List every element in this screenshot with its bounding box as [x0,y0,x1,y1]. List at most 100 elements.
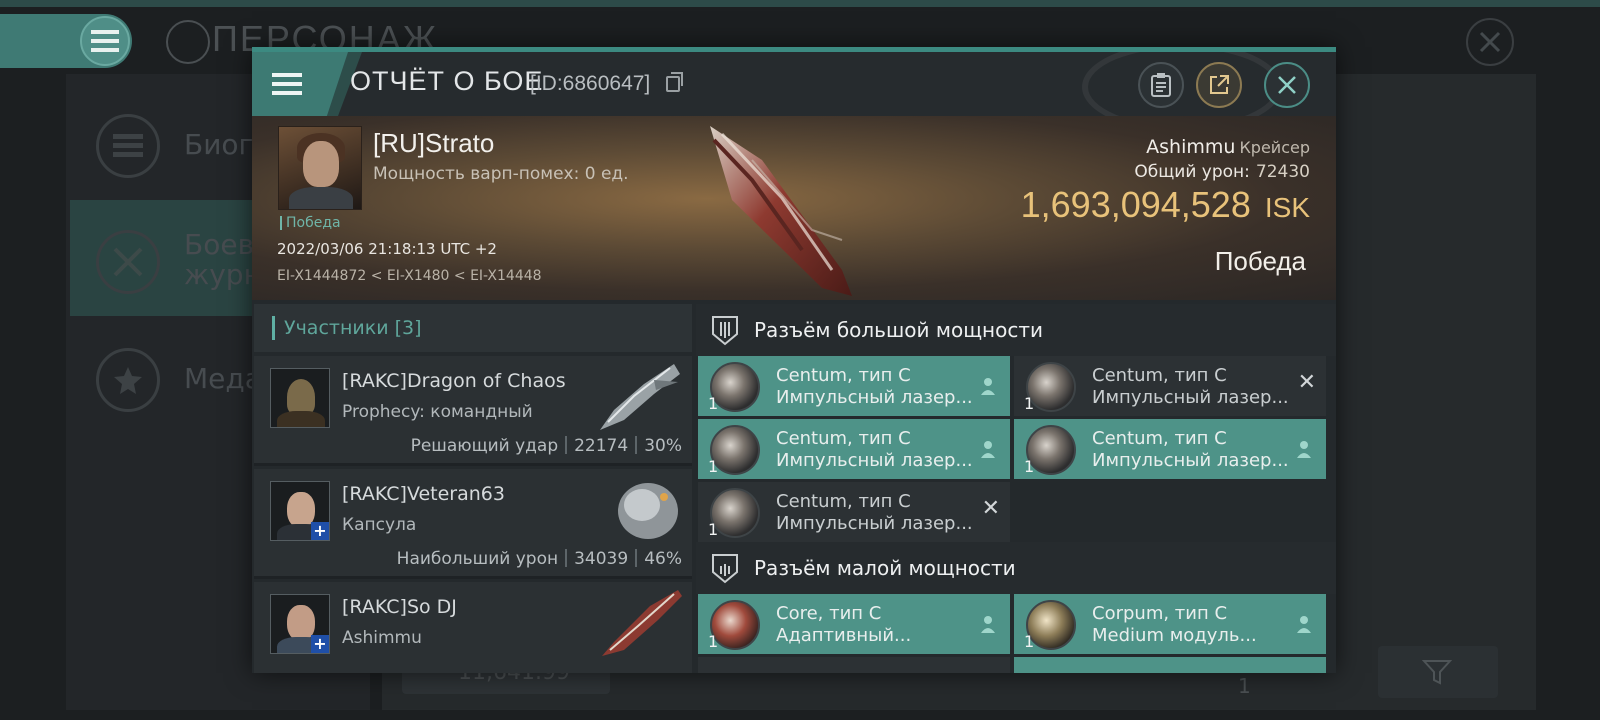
combat-report-dialog: ОТЧЁТ О БОЕ [ID:6860647] [RU]Strato Мощн… [252,47,1336,673]
main-menu-button[interactable] [0,14,132,68]
star-badge-icon [96,348,160,412]
clipboard-button[interactable] [1138,62,1184,108]
list-icon [96,114,160,178]
dropped-person-icon [1297,616,1311,633]
participant-stats: Решающий удар 22174 30% [411,436,682,456]
participant-stats: Наибольший урон 34039 46% [397,549,682,569]
module-card-partial[interactable] [1014,657,1326,673]
low-slot-icon [712,554,738,584]
module-type: Импульсный лазер... [1092,387,1289,408]
participant-percent: 46% [644,549,682,569]
fitting-panel: Разъём большой мощности 1 Centum, тип C … [696,304,1336,673]
participant-row[interactable]: [RAKC]Dragon of Chaos Prophecy: командны… [254,356,692,466]
isk-amount: 1,693,094,528 [1020,184,1251,225]
module-name: Core, тип C [776,603,882,624]
module-card-partial[interactable] [698,657,1010,673]
top-strip [0,0,1600,7]
plus-icon: + [311,635,329,653]
module-name: Centum, тип C [1092,428,1227,449]
victim-ship: Ashimmu Крейсер [1146,136,1310,158]
participant-avatar[interactable]: + [270,481,330,541]
destroyed-x-icon: ✕ [981,496,1000,521]
victim-portrait[interactable] [278,126,362,210]
participant-ship-image [602,590,682,656]
module-card[interactable]: 1 Centum, тип C Импульсный лазер... ✕ [1014,356,1326,416]
module-type: Импульсный лазер... [776,450,973,471]
module-card[interactable]: 1 Centum, тип C Импульсный лазер... ✕ [698,482,1010,542]
module-name: Centum, тип C [1092,365,1227,386]
participant-name: [RAKC]Dragon of Chaos [342,370,566,392]
close-button[interactable] [1264,62,1310,108]
destroyed-x-icon: ✕ [1297,370,1316,395]
module-card[interactable]: 1 Centum, тип C Импульсный лазер... [698,356,1010,416]
participant-ship: Prophecy: командный [342,402,533,422]
battle-datetime: 2022/03/06 21:18:13 UTC +2 [277,240,497,258]
high-slot-title: Разъём большой мощности [754,318,1043,342]
filter-button[interactable] [1378,646,1498,698]
participant-percent: 30% [644,436,682,456]
hamburger-icon [80,16,130,66]
module-type: Medium модуль... [1092,625,1257,646]
dropped-person-icon [981,616,995,633]
dialog-header: ОТЧЁТ О БОЕ [ID:6860647] [252,52,1336,132]
total-damage-value: 72430 [1255,162,1310,182]
module-qty: 1 [1024,632,1035,651]
participant-ship: Капсула [342,515,417,535]
battle-result: Победа [1214,246,1306,276]
module-type: Импульсный лазер... [1092,450,1289,471]
module-name: Corpum, тип C [1092,603,1228,624]
ship-class: Крейсер [1239,138,1310,157]
share-icon [1210,75,1229,94]
isk-value: 1,693,094,528 ISK [1021,184,1310,226]
participant-ship-image [600,364,680,430]
result-tag: Победа [280,216,341,230]
close-icon [1278,76,1296,94]
module-card[interactable]: 1 Centum, тип C Импульсный лазер... [1014,419,1326,479]
high-slot-icon [712,316,738,346]
participant-role: Решающий удар [410,436,559,456]
copy-id-icon[interactable] [666,72,683,92]
portrait-body [289,187,353,209]
screen-close-button[interactable] [1466,18,1514,66]
victim-ship-image [710,126,852,296]
clipboard-icon [1151,73,1171,97]
share-button[interactable] [1196,62,1242,108]
hamburger-icon [272,73,302,95]
participants-count: [3] [394,317,422,339]
participant-name: [RAKC]Veteran63 [342,483,505,505]
module-qty: 1 [708,632,719,651]
dropped-person-icon [1297,441,1311,458]
module-card[interactable]: 1 Corpum, тип C Medium модуль... [1014,594,1326,654]
ship-name: Ashimmu [1146,136,1236,158]
participant-row[interactable]: + [RAKC]Veteran63 Капсула Наибольший уро… [254,469,692,579]
participant-role: Наибольший урон [396,549,559,569]
module-name: Centum, тип C [776,365,911,386]
low-slot-header: Разъём малой мощности [696,542,1336,594]
module-qty: 1 [708,520,719,539]
participants-title: Участники [3] [284,317,422,339]
module-card[interactable]: 1 Centum, тип C Импульсный лазер... [698,419,1010,479]
victim-name[interactable]: [RU]Strato [373,128,494,159]
page-number: 1 [1238,674,1251,698]
module-qty: 1 [1024,457,1035,476]
participants-header: Участники [3] [254,304,692,352]
report-id: [ID:6860647] [530,72,651,95]
dialog-title: ОТЧЁТ О БОЕ [350,66,544,96]
victim-banner: [RU]Strato Мощность варп-помех: 0 ед. По… [252,116,1336,300]
participant-damage: 22174 [574,436,629,456]
participant-damage: 34039 [574,549,629,569]
warp-disrupt-strength: Мощность варп-помех: 0 ед. [373,164,629,184]
system-path: EI-X1444872 < EI-X1480 < EI-X14448 [277,268,542,284]
plus-icon: + [311,522,329,540]
module-qty: 1 [708,457,719,476]
participant-avatar[interactable] [270,368,330,428]
participant-avatar[interactable]: + [270,594,330,654]
module-name: Centum, тип C [776,428,911,449]
close-icon [1479,31,1501,53]
module-type: Адаптивный... [776,625,912,646]
header-accent [272,316,275,340]
participant-row[interactable]: + [RAKC]So DJ Ashimmu [254,582,692,673]
module-card[interactable]: 1 Core, тип C Адаптивный... [698,594,1010,654]
low-slot-title: Разъём малой мощности [754,556,1016,580]
filter-icon [1422,660,1452,685]
